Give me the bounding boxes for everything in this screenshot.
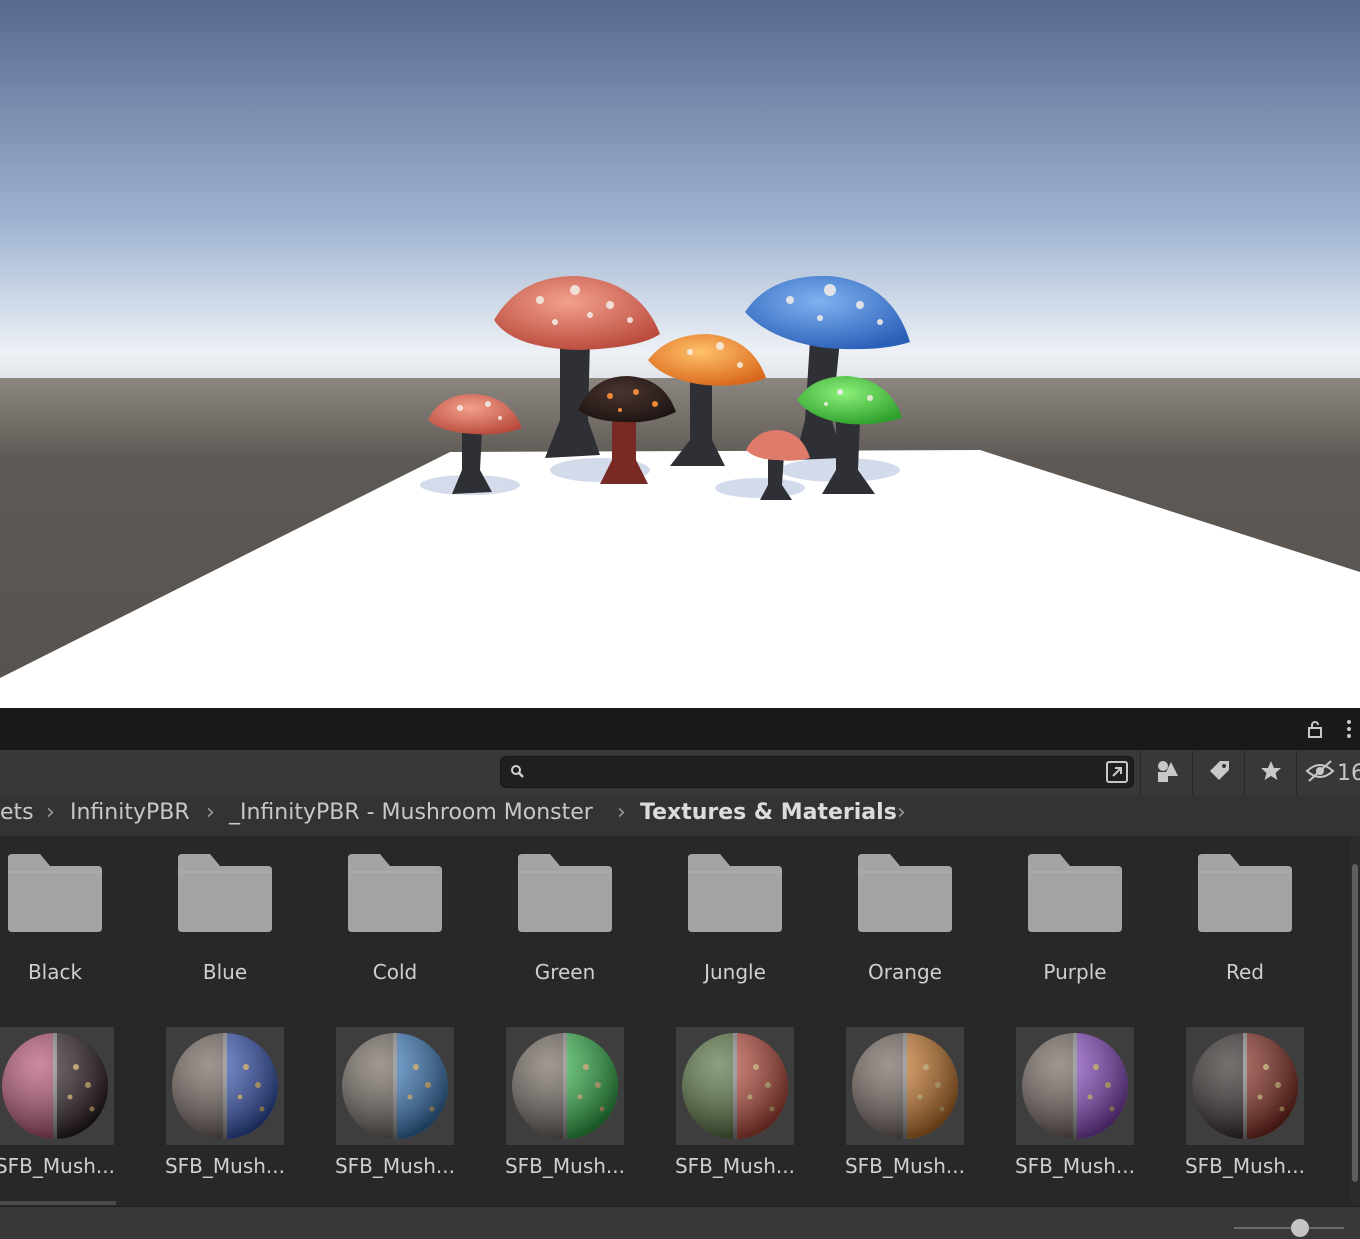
lock-icon[interactable] [1304, 718, 1326, 740]
material-label: SFB_Mush... [0, 1154, 116, 1178]
chevron-right-icon: › [617, 800, 626, 825]
bottom-bar [0, 1201, 1360, 1239]
folder-item[interactable]: Jungle [650, 836, 820, 996]
material-thumbnail [675, 1026, 795, 1146]
folder-label: Orange [868, 960, 942, 984]
breadcrumb-item-assets[interactable]: ets [0, 800, 34, 825]
material-label: SFB_Mush... [334, 1154, 456, 1178]
chevron-right-icon: › [46, 800, 55, 825]
star-icon [1259, 759, 1283, 787]
folder-icon [6, 852, 104, 938]
material-item[interactable]: SFB_Mush... [140, 1016, 310, 1186]
folder-label: Green [534, 960, 596, 984]
breadcrumb-item-infinitypbr[interactable]: InfinityPBR [70, 800, 190, 825]
folder-label: Purple [1043, 960, 1107, 984]
material-label: SFB_Mush... [504, 1154, 626, 1178]
breadcrumb-item-mushroom-monster[interactable]: _InfinityPBR - Mushroom Monster [229, 800, 593, 825]
hidden-count: 16 [1337, 760, 1360, 786]
horizontal-scrollbar[interactable] [0, 1201, 116, 1205]
material-item[interactable]: SFB_Mush... [1160, 1016, 1330, 1186]
search-icon [510, 764, 526, 784]
kebab-menu-icon[interactable] [1338, 718, 1360, 740]
folder-label: Cold [372, 960, 418, 984]
folder-item[interactable]: Cold [310, 836, 480, 996]
folder-item[interactable]: Green [480, 836, 650, 996]
material-item[interactable]: SFB_Mush... [480, 1016, 650, 1186]
folder-label: Red [1226, 960, 1264, 984]
folder-icon [516, 852, 614, 938]
project-toolbar: 16 [0, 750, 1360, 797]
material-item[interactable]: SFB_Mush... [820, 1016, 990, 1186]
vertical-scrollbar[interactable] [1350, 836, 1360, 1206]
material-thumbnail [505, 1026, 625, 1146]
material-thumbnail [335, 1026, 455, 1146]
folder-label: Black [27, 960, 83, 984]
material-thumbnail [1015, 1026, 1135, 1146]
search-box[interactable] [500, 756, 1134, 788]
favorites-button[interactable] [1244, 750, 1297, 796]
material-thumbnail [0, 1026, 115, 1146]
panel-header [0, 708, 1360, 750]
folder-label: Blue [202, 960, 248, 984]
folder-icon [346, 852, 444, 938]
chevron-right-icon: › [206, 800, 215, 825]
material-thumbnail [165, 1026, 285, 1146]
folder-item[interactable]: Red [1160, 836, 1330, 996]
material-item[interactable]: SFB_Mush... [310, 1016, 480, 1186]
folder-icon [176, 852, 274, 938]
folder-label: Jungle [704, 960, 766, 984]
scene-view[interactable] [0, 0, 1360, 708]
material-thumbnail [1185, 1026, 1305, 1146]
chevron-right-icon[interactable]: › [897, 800, 906, 825]
scene-render [0, 0, 1360, 708]
material-label: SFB_Mush... [674, 1154, 796, 1178]
zoom-slider-knob[interactable] [1291, 1219, 1309, 1237]
type-filter-icon [1154, 758, 1180, 788]
breadcrumb-item-textures-materials[interactable]: Textures & Materials [640, 800, 897, 825]
material-thumbnail [845, 1026, 965, 1146]
material-label: SFB_Mush... [844, 1154, 966, 1178]
search-by-label-button[interactable] [1192, 750, 1245, 796]
folder-icon [1196, 852, 1294, 938]
zoom-slider[interactable] [1234, 1227, 1344, 1229]
search-by-type-button[interactable] [1140, 750, 1193, 796]
material-label: SFB_Mush... [164, 1154, 286, 1178]
material-label: SFB_Mush... [1184, 1154, 1306, 1178]
material-item[interactable]: SFB_Mush... [0, 1016, 140, 1186]
search-input[interactable] [533, 760, 1097, 786]
folder-icon [686, 852, 784, 938]
tag-icon [1207, 759, 1231, 787]
material-label: SFB_Mush... [1014, 1154, 1136, 1178]
search-in-new-window-icon[interactable] [1105, 760, 1129, 788]
asset-grid: Black Blue Cold Green Jungle Orange Purple Red S… [0, 836, 1350, 1206]
material-item[interactable]: SFB_Mush... [990, 1016, 1160, 1186]
project-panel: 16 ets › InfinityPBR › _InfinityPBR - Mu… [0, 708, 1360, 1239]
folder-item[interactable]: Blue [140, 836, 310, 996]
folder-item[interactable]: Orange [820, 836, 990, 996]
eye-slash-icon [1305, 759, 1335, 787]
folder-icon [856, 852, 954, 938]
breadcrumb: ets › InfinityPBR › _InfinityPBR - Mushr… [0, 796, 1360, 837]
scrollbar-thumb[interactable] [1352, 864, 1358, 1182]
folder-icon [1026, 852, 1124, 938]
folder-item[interactable]: Black [0, 836, 140, 996]
material-item[interactable]: SFB_Mush... [650, 1016, 820, 1186]
folder-item[interactable]: Purple [990, 836, 1160, 996]
hidden-packages-toggle[interactable]: 16 [1296, 750, 1360, 796]
